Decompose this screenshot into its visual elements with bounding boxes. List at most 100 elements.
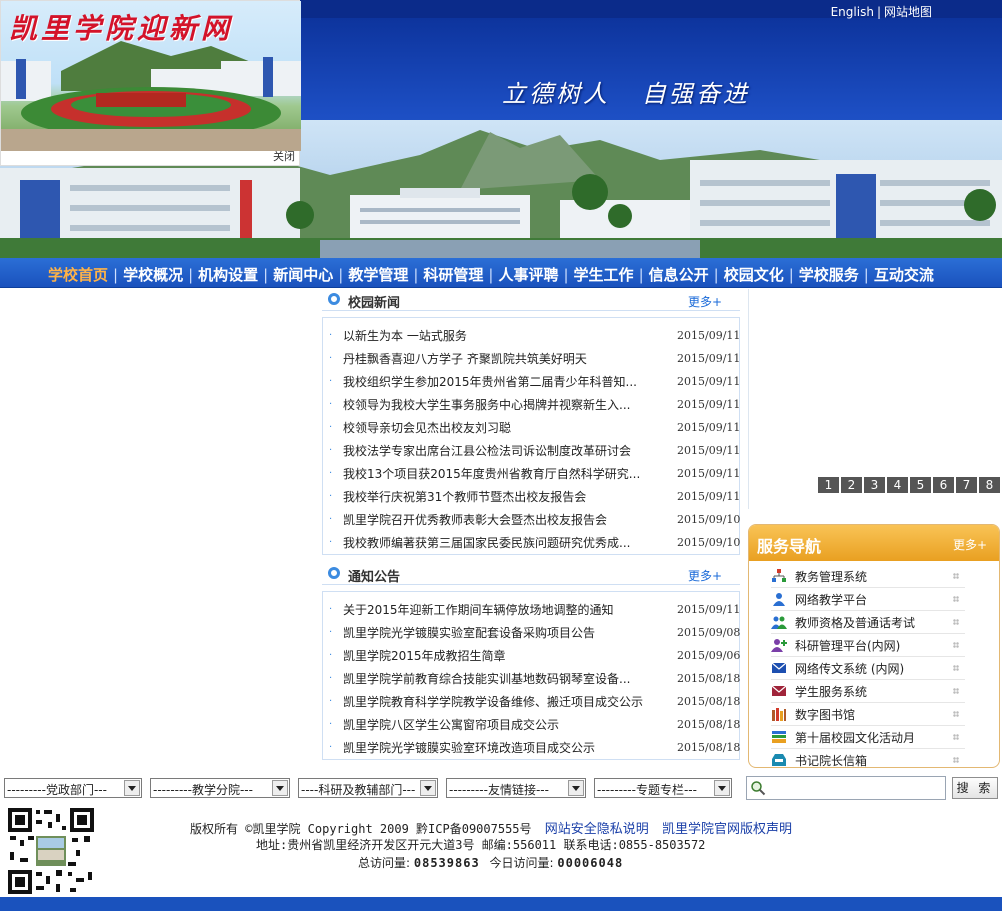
select-teaching-colleges[interactable]: ---------教学分院---	[150, 778, 290, 798]
notice-list-item[interactable]: · 凯里学院2015年成教招生简章 2015/09/06	[323, 644, 740, 667]
notice-list-item[interactable]: · 凯里学院光学镀膜实验室环境改造项目成交公示 2015/08/18	[323, 736, 740, 759]
english-link[interactable]: English	[831, 5, 874, 19]
item-date: 2015/09/11	[677, 329, 741, 342]
dot-bullet-icon: ·	[329, 376, 333, 387]
news-list-item[interactable]: · 我校法学专家出席台江县公检法司诉讼制度改革研讨会 2015/09/11	[323, 439, 740, 462]
qr-code-image	[6, 806, 96, 896]
nav-item[interactable]: 信息公开	[649, 264, 709, 285]
select-value: ---------专题专栏---	[597, 783, 697, 797]
nav-item[interactable]: 学校服务	[799, 264, 859, 285]
item-title[interactable]: 凯里学院光学镀膜实验室环境改造项目成交公示	[343, 739, 677, 756]
nav-item[interactable]: 学校首页	[48, 264, 108, 285]
select-value: ---------党政部门---	[7, 783, 107, 797]
notice-list-item[interactable]: · 凯里学院学前教育综合技能实训基地数码钢琴室设备... 2015/08/18	[323, 667, 740, 690]
news-list-item[interactable]: · 我校教师编著获第三届国家民委民族问题研究优秀成... 2015/09/10	[323, 531, 740, 554]
item-title[interactable]: 凯里学院召开优秀教师表彰大会暨杰出校友报告会	[343, 511, 677, 528]
service-item[interactable]: 科研管理平台(内网)	[771, 634, 965, 657]
news-more-link[interactable]: 更多+	[688, 293, 722, 310]
service-item[interactable]: 数字图书馆	[771, 703, 965, 726]
news-list-item[interactable]: · 我校举行庆祝第31个教师节暨杰出校友报告会 2015/09/11	[323, 485, 741, 508]
slide-page-button[interactable]: 1	[818, 477, 839, 493]
mail-icon	[771, 684, 787, 698]
campus-gate-photo: 凯里学院迎新网	[1, 1, 301, 151]
nav-item[interactable]: 互动交流	[874, 264, 934, 285]
item-title[interactable]: 关于2015年迎新工作期间车辆停放场地调整的通知	[343, 601, 677, 618]
popup-close-button[interactable]: 关闭	[273, 148, 295, 164]
slide-page-button[interactable]: 3	[864, 477, 885, 493]
privacy-link[interactable]: 网站安全隐私说明	[545, 822, 649, 837]
nav-item[interactable]: 教学管理	[348, 264, 408, 285]
slide-page-button[interactable]: 8	[979, 477, 1000, 493]
nav-separator: |	[413, 265, 419, 284]
select-special-topics[interactable]: ---------专题专栏---	[594, 778, 732, 798]
news-list-item[interactable]: · 凯里学院召开优秀教师表彰大会暨杰出校友报告会 2015/09/10	[323, 508, 740, 531]
nav-item[interactable]: 科研管理	[423, 264, 483, 285]
service-item-label: 教师资格及普通话考试	[795, 615, 916, 630]
news-list-item[interactable]: · 校领导为我校大学生事务服务中心揭牌并视察新生入... 2015/09/11	[323, 393, 740, 416]
news-list-item[interactable]: · 校领导亲切会见杰出校友刘习聪 2015/09/11	[323, 416, 740, 439]
news-list-item[interactable]: · 我校13个项目获2015年度贵州省教育厅自然科学研究... 2015/09/11	[323, 462, 740, 485]
item-title[interactable]: 凯里学院教育科学学院教学设备维修、搬迁项目成交公示	[343, 693, 677, 710]
select-value: ---------友情链接---	[449, 783, 549, 797]
service-item[interactable]: 网络教学平台	[771, 588, 965, 611]
notice-list-item[interactable]: · 关于2015年迎新工作期间车辆停放场地调整的通知 2015/09/11	[323, 598, 740, 621]
item-title[interactable]: 我校13个项目获2015年度贵州省教育厅自然科学研究...	[343, 465, 677, 482]
notice-list-item[interactable]: · 凯里学院八区学生公寓窗帘项目成交公示 2015/08/18	[323, 713, 740, 736]
item-title[interactable]: 校领导亲切会见杰出校友刘习聪	[343, 419, 677, 436]
nav-separator: |	[338, 265, 344, 284]
service-nav-panel: 服务导航 更多+ 教务管理系统 网络教学平台 教师资格及普通话考试 科研管理平台(内网…	[748, 524, 1000, 768]
service-item[interactable]: 教务管理系统	[771, 565, 965, 588]
slide-page-button[interactable]: 6	[933, 477, 954, 493]
item-title[interactable]: 我校举行庆祝第31个教师节暨杰出校友报告会	[343, 488, 677, 505]
slide-page-button[interactable]: 5	[910, 477, 931, 493]
slide-page-button[interactable]: 7	[956, 477, 977, 493]
nav-item[interactable]: 新闻中心	[273, 264, 333, 285]
panel-title: 通知公告	[348, 570, 401, 585]
nav-separator: |	[713, 265, 719, 284]
nav-item[interactable]: 学校概况	[123, 264, 183, 285]
service-item[interactable]: 学生服务系统	[771, 680, 965, 703]
select-research-departments[interactable]: ----科研及教辅部门---	[298, 778, 438, 798]
sitemap-link[interactable]: 网站地图	[884, 5, 932, 19]
item-title[interactable]: 校领导为我校大学生事务服务中心揭牌并视察新生入...	[343, 396, 677, 413]
copyright-statement-link[interactable]: 凯里学院官网版权声明	[662, 822, 792, 837]
grip-dots-icon	[953, 688, 959, 694]
service-item[interactable]: 书记院长信箱	[771, 749, 965, 767]
news-list-item[interactable]: · 我校组织学生参加2015年贵州省第二届青少年科普知... 2015/09/11	[323, 370, 740, 393]
select-party-departments[interactable]: ---------党政部门---	[4, 778, 142, 798]
item-title[interactable]: 我校组织学生参加2015年贵州省第二届青少年科普知...	[343, 373, 677, 390]
nav-item[interactable]: 校园文化	[724, 264, 784, 285]
select-friend-links[interactable]: ---------友情链接---	[446, 778, 586, 798]
service-item[interactable]: 教师资格及普通话考试	[771, 611, 965, 634]
item-title[interactable]: 凯里学院光学镀膜实验室配套设备采购项目公告	[343, 624, 677, 641]
service-item-label: 数字图书馆	[795, 707, 856, 722]
item-title[interactable]: 凯里学院学前教育综合技能实训基地数码钢琴室设备...	[343, 670, 677, 687]
slide-page-button[interactable]: 2	[841, 477, 862, 493]
welcome-popup: 凯里学院迎新网 关闭	[0, 0, 301, 166]
item-title[interactable]: 我校教师编著获第三届国家民委民族问题研究优秀成...	[343, 534, 677, 551]
slide-page-button[interactable]: 4	[887, 477, 908, 493]
news-list-item[interactable]: · 以新生为本 一站式服务 2015/09/11	[323, 324, 741, 347]
service-more-link[interactable]: 更多+	[953, 536, 987, 553]
service-item[interactable]: 第十届校园文化活动月	[771, 726, 965, 749]
item-title[interactable]: 凯里学院2015年成教招生简章	[343, 647, 677, 664]
notice-more-link[interactable]: 更多+	[688, 567, 722, 584]
item-title[interactable]: 我校法学专家出席台江县公检法司诉讼制度改革研讨会	[343, 442, 677, 459]
nav-item[interactable]: 机构设置	[198, 264, 258, 285]
service-item[interactable]: 网络传文系统 (内网)	[771, 657, 965, 680]
item-title[interactable]: 以新生为本 一站式服务	[343, 327, 677, 344]
dot-bullet-icon: ·	[329, 353, 333, 364]
news-list-item[interactable]: · 丹桂飘香喜迎八方学子 齐聚凯院共筑美好明天 2015/09/11	[323, 347, 740, 370]
grip-dots-icon	[953, 734, 959, 740]
nav-item[interactable]: 学生工作	[574, 264, 634, 285]
item-title[interactable]: 丹桂飘香喜迎八方学子 齐聚凯院共筑美好明天	[343, 350, 677, 367]
nav-separator: |	[788, 265, 794, 284]
notice-list-item[interactable]: · 凯里学院教育科学学院教学设备维修、搬迁项目成交公示 2015/08/18	[323, 690, 740, 713]
item-date: 2015/09/11	[677, 490, 741, 503]
notice-list-item[interactable]: · 凯里学院光学镀膜实验室配套设备采购项目公告 2015/09/08	[323, 621, 740, 644]
item-title[interactable]: 凯里学院八区学生公寓窗帘项目成交公示	[343, 716, 677, 733]
search-input[interactable]	[746, 776, 946, 800]
nav-item[interactable]: 人事评聘	[498, 264, 558, 285]
search-button[interactable]: 搜 索	[952, 777, 998, 799]
service-item-label: 学生服务系统	[795, 684, 868, 699]
